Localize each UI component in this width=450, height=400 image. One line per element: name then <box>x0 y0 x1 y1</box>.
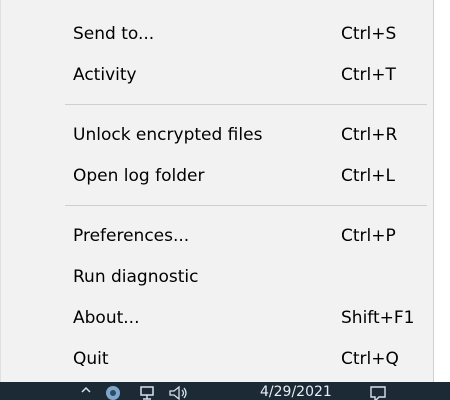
menu-item-label: Activity <box>73 65 137 85</box>
menu-item-shortcut: Shift+F1 <box>341 308 415 328</box>
menu-item-activity[interactable]: Activity Ctrl+T <box>1 56 433 94</box>
menu-item-label: Unlock encrypted files <box>73 125 263 145</box>
menu-item-shortcut: Ctrl+P <box>341 226 396 246</box>
taskbar-date[interactable]: 4/29/2021 <box>260 385 332 399</box>
menu-item-label: Run diagnostic <box>73 267 199 287</box>
context-menu: Send to... Ctrl+S Activity Ctrl+T Unlock… <box>0 0 434 383</box>
app-tray-icon[interactable] <box>104 384 122 400</box>
menu-item-quit[interactable]: Quit Ctrl+Q <box>1 340 433 378</box>
network-icon[interactable] <box>138 384 156 400</box>
menu-item-unlock-encrypted-files[interactable]: Unlock encrypted files Ctrl+R <box>1 116 433 154</box>
taskbar: 4/29/2021 <box>0 382 450 400</box>
menu-item-shortcut: Ctrl+Q <box>341 349 399 369</box>
screen: Send to... Ctrl+S Activity Ctrl+T Unlock… <box>0 0 450 400</box>
menu-item-open-log-folder[interactable]: Open log folder Ctrl+L <box>1 157 433 195</box>
notification-icon[interactable] <box>368 384 388 400</box>
menu-item-shortcut: Ctrl+T <box>341 65 396 85</box>
menu-item-send-to[interactable]: Send to... Ctrl+S <box>1 15 433 53</box>
menu-item-shortcut: Ctrl+L <box>341 166 395 186</box>
menu-item-shortcut: Ctrl+R <box>341 125 398 145</box>
menu-item-label: Quit <box>73 349 109 369</box>
menu-item-label: Open log folder <box>73 166 205 186</box>
menu-item-about[interactable]: About... Shift+F1 <box>1 299 433 337</box>
menu-item-label: Preferences... <box>73 226 190 246</box>
menu-item-label: About... <box>73 308 140 328</box>
menu-item-run-diagnostic[interactable]: Run diagnostic <box>1 258 433 296</box>
menu-item-preferences[interactable]: Preferences... Ctrl+P <box>1 217 433 255</box>
speaker-icon[interactable] <box>168 384 190 400</box>
menu-separator <box>65 205 427 206</box>
chevron-up-icon[interactable] <box>80 384 92 399</box>
menu-item-label: Send to... <box>73 24 155 44</box>
menu-item-shortcut: Ctrl+S <box>341 24 397 44</box>
menu-separator <box>65 104 427 105</box>
